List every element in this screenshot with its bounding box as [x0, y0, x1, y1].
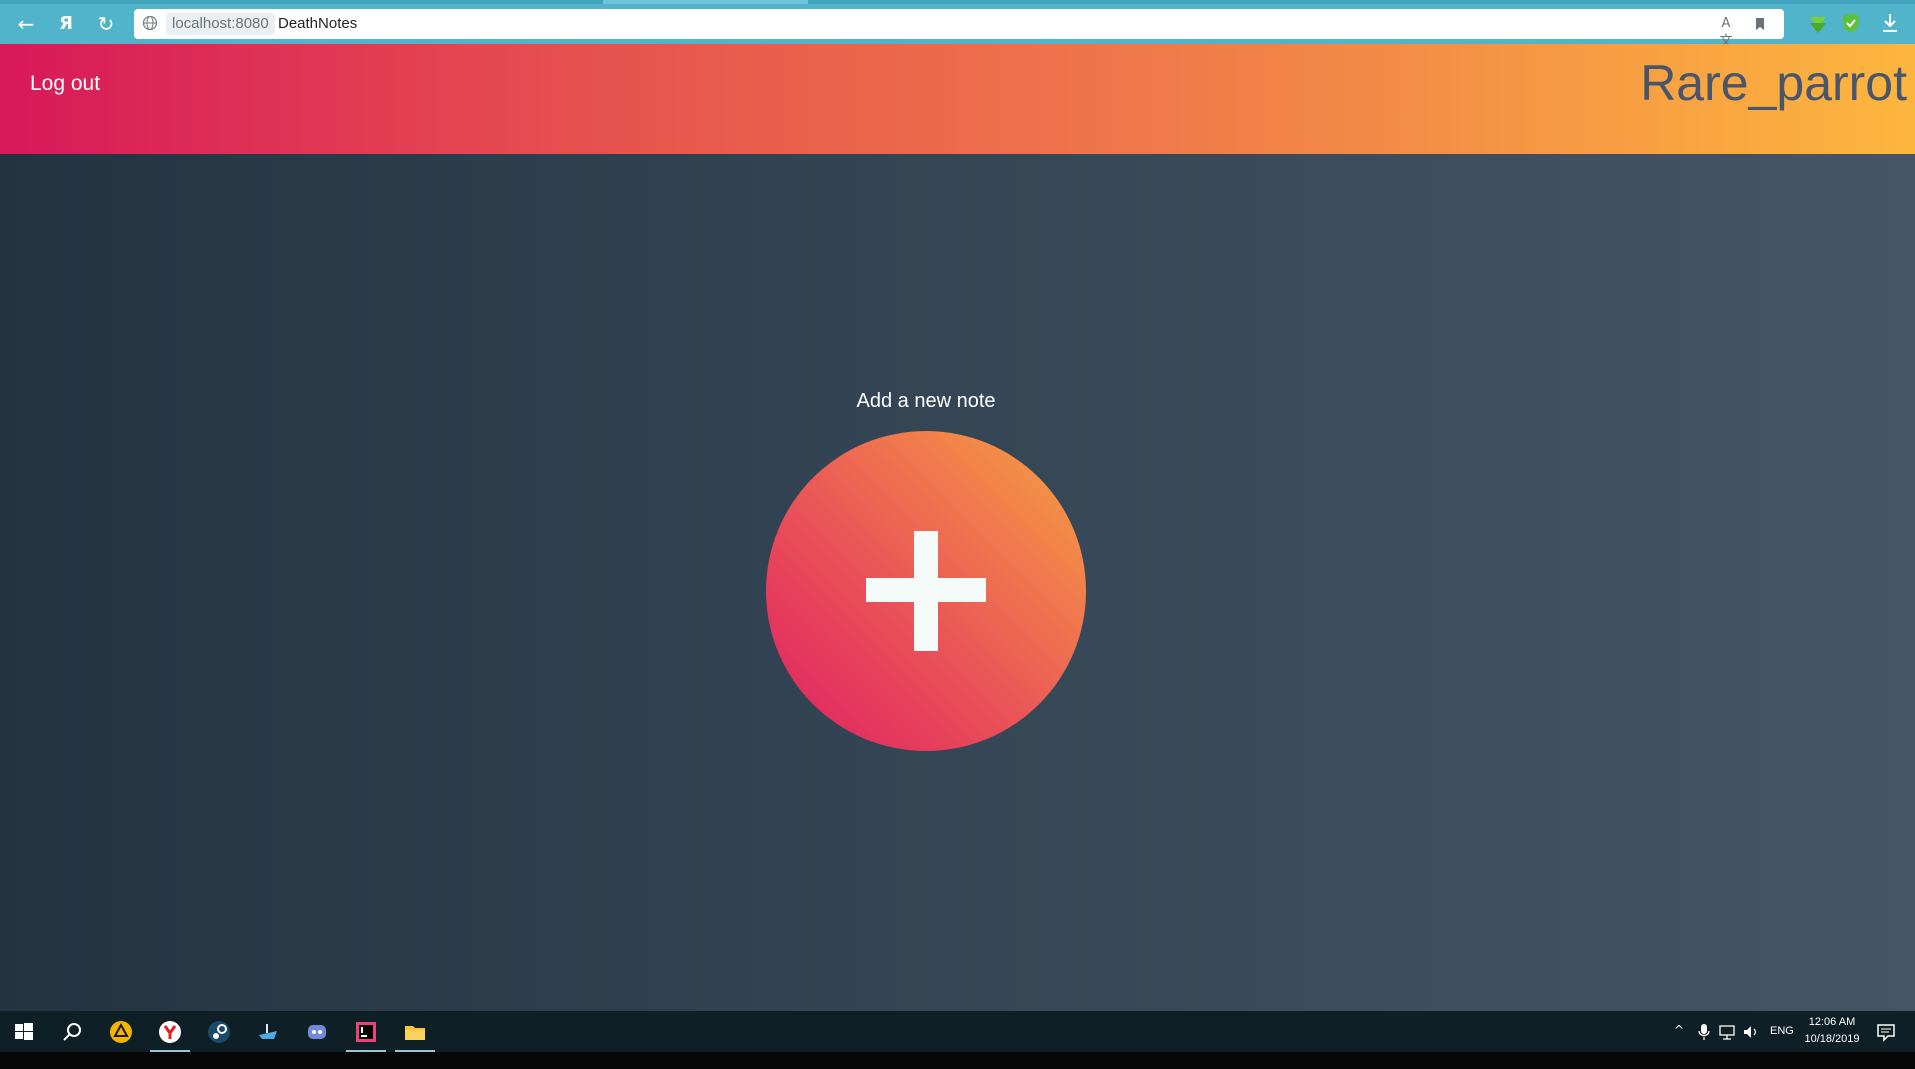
back-arrow-icon[interactable]: ← — [11, 10, 41, 38]
yandex-logo-icon[interactable]: Я — [51, 10, 81, 38]
bookmark-icon[interactable] — [1751, 15, 1769, 33]
microphone-icon[interactable] — [1698, 1023, 1710, 1041]
clock-date[interactable]: 10/18/2019 — [1803, 1033, 1861, 1045]
address-host[interactable]: localhost:8080 — [166, 13, 275, 35]
volume-icon[interactable] — [1742, 1023, 1760, 1041]
notification-center-icon[interactable] — [1876, 1022, 1896, 1042]
add-note-button[interactable] — [766, 431, 1086, 751]
app-header: Log out Rare_parrot — [0, 44, 1915, 154]
app-triangle-icon[interactable] — [97, 1011, 145, 1052]
download-extension-icon[interactable] — [1806, 11, 1830, 35]
download-icon[interactable] — [1878, 11, 1902, 35]
tab-strip — [0, 0, 1915, 4]
browser-toolbar: ← Я ↻ localhost:8080 DeathNotes A文 — [0, 0, 1915, 49]
intellij-icon[interactable] — [342, 1011, 390, 1052]
file-explorer-icon[interactable] — [391, 1011, 439, 1052]
search-icon[interactable] — [48, 1011, 96, 1052]
windows-start-icon[interactable] — [0, 1011, 48, 1052]
active-tab-indicator[interactable] — [603, 0, 808, 4]
windows-taskbar: ^ ENG 12:06 AM 10/18/2019 — [0, 1011, 1915, 1052]
address-page-title[interactable]: DeathNotes — [278, 13, 357, 35]
reload-icon[interactable]: ↻ — [91, 10, 121, 38]
ship-app-icon[interactable] — [244, 1011, 292, 1052]
shield-check-icon[interactable] — [1839, 11, 1863, 35]
plus-icon — [866, 531, 986, 651]
tray-overflow-icon[interactable]: ^ — [1674, 1023, 1684, 1037]
main-content: Add a new note — [0, 154, 1915, 1011]
screen-bottom-edge — [0, 1052, 1915, 1069]
address-bar[interactable]: localhost:8080 DeathNotes A文 — [134, 9, 1784, 49]
network-icon[interactable] — [1718, 1023, 1736, 1041]
username-label: Rare_parrot — [1640, 55, 1907, 111]
translate-icon[interactable]: A文 — [1717, 15, 1735, 49]
add-note-label: Add a new note — [856, 390, 996, 412]
yandex-browser-icon[interactable] — [146, 1011, 194, 1052]
language-indicator[interactable]: ENG — [1770, 1025, 1794, 1037]
clock-time[interactable]: 12:06 AM — [1803, 1016, 1861, 1028]
globe-icon — [142, 15, 158, 31]
steam-icon[interactable] — [195, 1011, 243, 1052]
logout-button[interactable]: Log out — [30, 66, 100, 102]
discord-icon[interactable] — [293, 1011, 341, 1052]
